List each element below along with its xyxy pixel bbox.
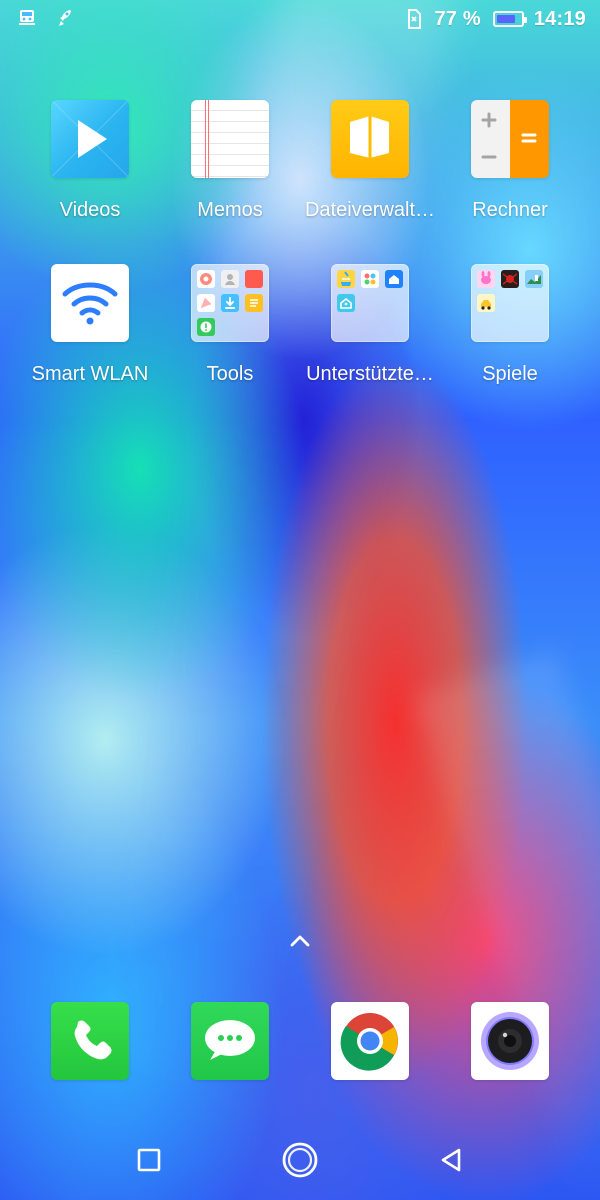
- clover-mini-icon: [361, 270, 379, 288]
- app-label-tools: Tools: [206, 363, 254, 385]
- battery-icon: [492, 11, 527, 27]
- clock: 14:19: [533, 8, 586, 30]
- rocket-icon: [56, 8, 76, 28]
- app-label-calculator: Rechner: [472, 199, 548, 221]
- home-cyan-mini-icon: [337, 294, 355, 312]
- car-game-mini-icon: [477, 294, 495, 312]
- home-icon[interactable]: [280, 1140, 320, 1180]
- status-right-icons: 77 % 14:19: [406, 7, 586, 31]
- wifi-icon: [51, 264, 129, 342]
- red-tool-mini-icon: [245, 270, 263, 288]
- app-label-games: Spiele: [482, 363, 538, 385]
- battery-level-fill: [496, 15, 515, 23]
- supported-folder-icon: [331, 264, 409, 342]
- calculator-icon: [471, 100, 549, 178]
- app-calculator[interactable]: Rechner: [440, 100, 580, 222]
- dock-chrome[interactable]: [331, 1002, 409, 1080]
- notes-mini-icon: [245, 294, 263, 312]
- battery-percent: 77 %: [434, 8, 481, 30]
- message-mini-icon: [197, 318, 215, 336]
- spider-game-mini-icon: [501, 270, 519, 288]
- cleaner-mini-icon: [337, 270, 355, 288]
- tools-folder-icon: [191, 264, 269, 342]
- sim-card-icon: [406, 9, 422, 29]
- app-label-videos: Videos: [59, 199, 121, 221]
- navigation-bar: [0, 1120, 600, 1200]
- folder-supported[interactable]: Unterstützte…: [300, 264, 440, 386]
- home-blue-mini-icon: [385, 270, 403, 288]
- app-smart-wlan[interactable]: Smart WLAN: [20, 264, 160, 386]
- dock-messages[interactable]: [191, 1002, 269, 1080]
- video-play-icon: [51, 100, 129, 178]
- city-game-mini-icon: [525, 270, 543, 288]
- bunny-game-mini-icon: [477, 270, 495, 288]
- contacts-mini-icon: [221, 270, 239, 288]
- android-home-screen: 77 % 14:19 Videos Memos Dateiverwalt… Re…: [0, 0, 600, 1200]
- app-file-manager[interactable]: Dateiverwalt…: [300, 100, 440, 222]
- app-label-memos: Memos: [197, 199, 263, 221]
- messages-icon: [191, 1002, 269, 1080]
- memo-notes-icon: [191, 100, 269, 178]
- status-bar: 77 % 14:19: [0, 0, 600, 40]
- camera-icon: [471, 1002, 549, 1080]
- app-label-file-manager: Dateiverwalt…: [304, 199, 436, 221]
- app-label-smart-wlan: Smart WLAN: [31, 363, 149, 385]
- chevron-up-icon[interactable]: [287, 931, 313, 951]
- folder-preview-grid: [197, 270, 263, 336]
- folder-tools[interactable]: Tools: [160, 264, 300, 386]
- recorder-mini-icon: [197, 270, 215, 288]
- phone-icon: [51, 1002, 129, 1080]
- folder-preview-grid: [337, 270, 403, 336]
- status-left-icons: [16, 7, 76, 29]
- dock-phone[interactable]: [51, 1002, 129, 1080]
- train-icon: [16, 7, 38, 29]
- file-manager-icon: [331, 100, 409, 178]
- folder-games[interactable]: Spiele: [440, 264, 580, 386]
- app-label-supported: Unterstützte…: [306, 363, 434, 385]
- download-mini-icon: [221, 294, 239, 312]
- compass-mini-icon: [197, 294, 215, 312]
- app-memos[interactable]: Memos: [160, 100, 300, 222]
- dock-camera[interactable]: [471, 1002, 549, 1080]
- recent-apps-icon[interactable]: [129, 1140, 169, 1180]
- app-videos[interactable]: Videos: [20, 100, 160, 222]
- folder-preview-grid: [477, 270, 543, 336]
- back-icon[interactable]: [431, 1140, 471, 1180]
- chrome-icon: [331, 1002, 409, 1080]
- games-folder-icon: [471, 264, 549, 342]
